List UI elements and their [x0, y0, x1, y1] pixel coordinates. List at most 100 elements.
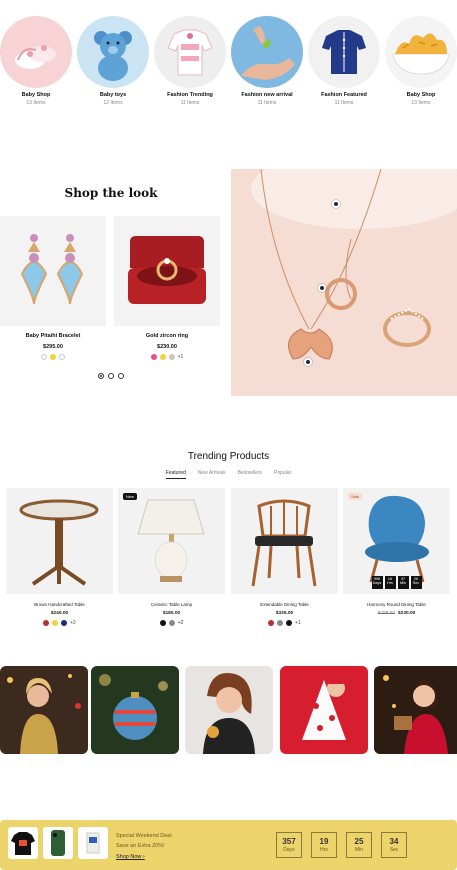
countdown-unit: Min [399, 581, 407, 586]
product-name[interactable]: Brown Handcrafted Table [6, 602, 113, 607]
more-colors[interactable]: +2 [178, 620, 184, 626]
category-name[interactable]: Fashion new arrival [231, 92, 303, 98]
product-card[interactable]: Sale 998 Days 16 Hrs 37 Min 26 Sec Harmony R… [343, 488, 450, 616]
color-swatches: +1 [231, 620, 338, 626]
carousel-dot-1[interactable] [98, 373, 104, 379]
swatch-black[interactable] [286, 620, 293, 626]
product-price: $230.00 [157, 344, 177, 350]
color-swatches: +2 [6, 620, 113, 626]
sale-price: $230.00 [398, 611, 416, 616]
swatch-navy[interactable] [61, 620, 68, 626]
category-baby-toys[interactable]: Baby toys 12 Items [77, 16, 149, 106]
swatch-red[interactable] [268, 620, 275, 626]
carousel-dots [98, 373, 124, 379]
product-price: $335.00 [275, 611, 294, 616]
swatch-gray[interactable] [168, 620, 175, 626]
deal-product-tshirt[interactable] [8, 827, 38, 859]
hotspot-necklace[interactable] [332, 200, 340, 208]
product-name[interactable]: Baby Pitaihi Bracelet [0, 333, 106, 339]
swatch-white[interactable] [41, 354, 47, 360]
chips-bowl-image[interactable] [385, 16, 457, 88]
tab-new-arrivals[interactable]: New Arrivals [198, 470, 226, 479]
more-colors[interactable]: +1 [178, 354, 184, 360]
swatch-black[interactable] [159, 620, 166, 626]
gallery-image-5[interactable] [374, 666, 457, 754]
trending-title: Trending Products [187, 451, 270, 462]
product-name[interactable]: Gold zircon ring [114, 333, 220, 339]
swatch-red[interactable] [43, 620, 50, 626]
hotspot-ring[interactable] [304, 358, 312, 366]
look-product-card[interactable]: Baby Pitaihi Bracelet $295.00 [0, 216, 106, 360]
deal-product-box[interactable] [78, 827, 108, 859]
carousel-dot-3[interactable] [118, 373, 124, 379]
table-lamp-image[interactable]: New [118, 488, 225, 594]
countdown-value: 19 [319, 837, 329, 846]
color-swatches: +1 [114, 354, 220, 360]
armchair-image[interactable]: Sale 998 Days 16 Hrs 37 Min 26 Sec [343, 488, 450, 594]
baby-romper-image[interactable] [154, 16, 226, 88]
category-name[interactable]: Fashion Trending [154, 92, 226, 98]
countdown-value: 25 [354, 837, 364, 846]
countdown-unit: Sec [412, 581, 420, 586]
category-name[interactable]: Baby Shop [0, 92, 72, 98]
gallery-image-1[interactable] [0, 666, 88, 754]
deal-countdown-minutes: 25 Min [346, 832, 372, 858]
swatch-yellow[interactable] [159, 354, 166, 360]
countdown-hours: 16 Hrs [384, 576, 396, 589]
ring-box-image[interactable] [114, 216, 220, 326]
deal-countdown-hours: 19 Hrs [311, 832, 337, 858]
more-colors[interactable]: +2 [70, 620, 76, 626]
sale-badge: Sale [348, 493, 363, 500]
hotspot-pendant[interactable] [318, 284, 326, 292]
old-price: $299.00 [377, 611, 395, 616]
earrings-image[interactable] [0, 216, 106, 326]
gallery-image-4[interactable] [280, 666, 368, 754]
deal-subtitle: Save an Extra 20%! [116, 843, 165, 850]
product-name[interactable]: Ceramic Table Lamp [118, 602, 225, 607]
category-name[interactable]: Baby toys [77, 92, 149, 98]
look-product-card[interactable]: Gold zircon ring $230.00 +1 [114, 216, 220, 360]
special-deal-bar: Special Weekend Deal Save an Extra 20%! … [0, 820, 457, 870]
countdown-unit: Min [354, 847, 364, 853]
swatch-silver[interactable] [168, 354, 175, 360]
product-card[interactable]: Extendable Dining Table $335.00 +1 [231, 488, 338, 626]
product-name[interactable]: Harmony Round Dining Table [343, 602, 450, 607]
tab-featured[interactable]: Featured [165, 470, 186, 479]
swatch-white-2[interactable] [59, 354, 65, 360]
category-fashion-new-arrival[interactable]: Fashion new arrival 11 Items [231, 16, 303, 106]
shop-now-link[interactable]: Shop Now › [116, 852, 172, 862]
round-table-image[interactable] [6, 488, 113, 594]
product-price: $240.00 [50, 611, 69, 616]
category-name[interactable]: Baby Shop [385, 92, 457, 98]
gallery-image-3[interactable] [185, 666, 273, 754]
product-card[interactable]: Brown Handcrafted Table $240.00 +2 [6, 488, 113, 626]
category-baby-shop[interactable]: Baby Shop 13 Items [0, 16, 72, 106]
product-card[interactable]: New Ceramic Table Lamp $180.00 +2 [118, 488, 225, 626]
hand-pill-image[interactable] [231, 16, 303, 88]
deal-countdown-seconds: 34 Sec [381, 832, 407, 858]
tab-bestsellers[interactable]: Bestsellers [238, 470, 262, 479]
countdown-minutes: 37 Min [397, 576, 409, 589]
category-name[interactable]: Fashion Featured [308, 92, 380, 98]
swatch-yellow[interactable] [52, 620, 59, 626]
gallery-image-2[interactable] [91, 666, 179, 754]
countdown-unit: Hrs [320, 847, 328, 853]
swatch-gray[interactable] [277, 620, 284, 626]
category-fashion-featured[interactable]: Fashion Featured 11 Items [308, 16, 380, 106]
deal-countdown-days: 357 Days [276, 832, 302, 858]
category-fashion-trending[interactable]: Fashion Trending 11 Items [154, 16, 226, 106]
product-name[interactable]: Extendable Dining Table [231, 602, 338, 607]
product-price: $295.00 [43, 344, 63, 350]
teddy-bear-image[interactable] [77, 16, 149, 88]
carousel-dot-2[interactable] [108, 373, 114, 379]
baby-shoes-image[interactable] [0, 16, 72, 88]
dining-chair-image[interactable] [231, 488, 338, 594]
swatch-pink[interactable] [150, 354, 157, 360]
category-count: 11 Items [180, 100, 200, 106]
swatch-yellow[interactable] [50, 354, 56, 360]
more-colors[interactable]: +1 [295, 620, 301, 626]
category-baby-shop-2[interactable]: Baby Shop 13 Items [385, 16, 457, 106]
tab-popular[interactable]: Popular [274, 470, 291, 479]
deal-product-phone-case[interactable] [43, 827, 73, 859]
baby-bodysuit-image[interactable] [308, 16, 380, 88]
